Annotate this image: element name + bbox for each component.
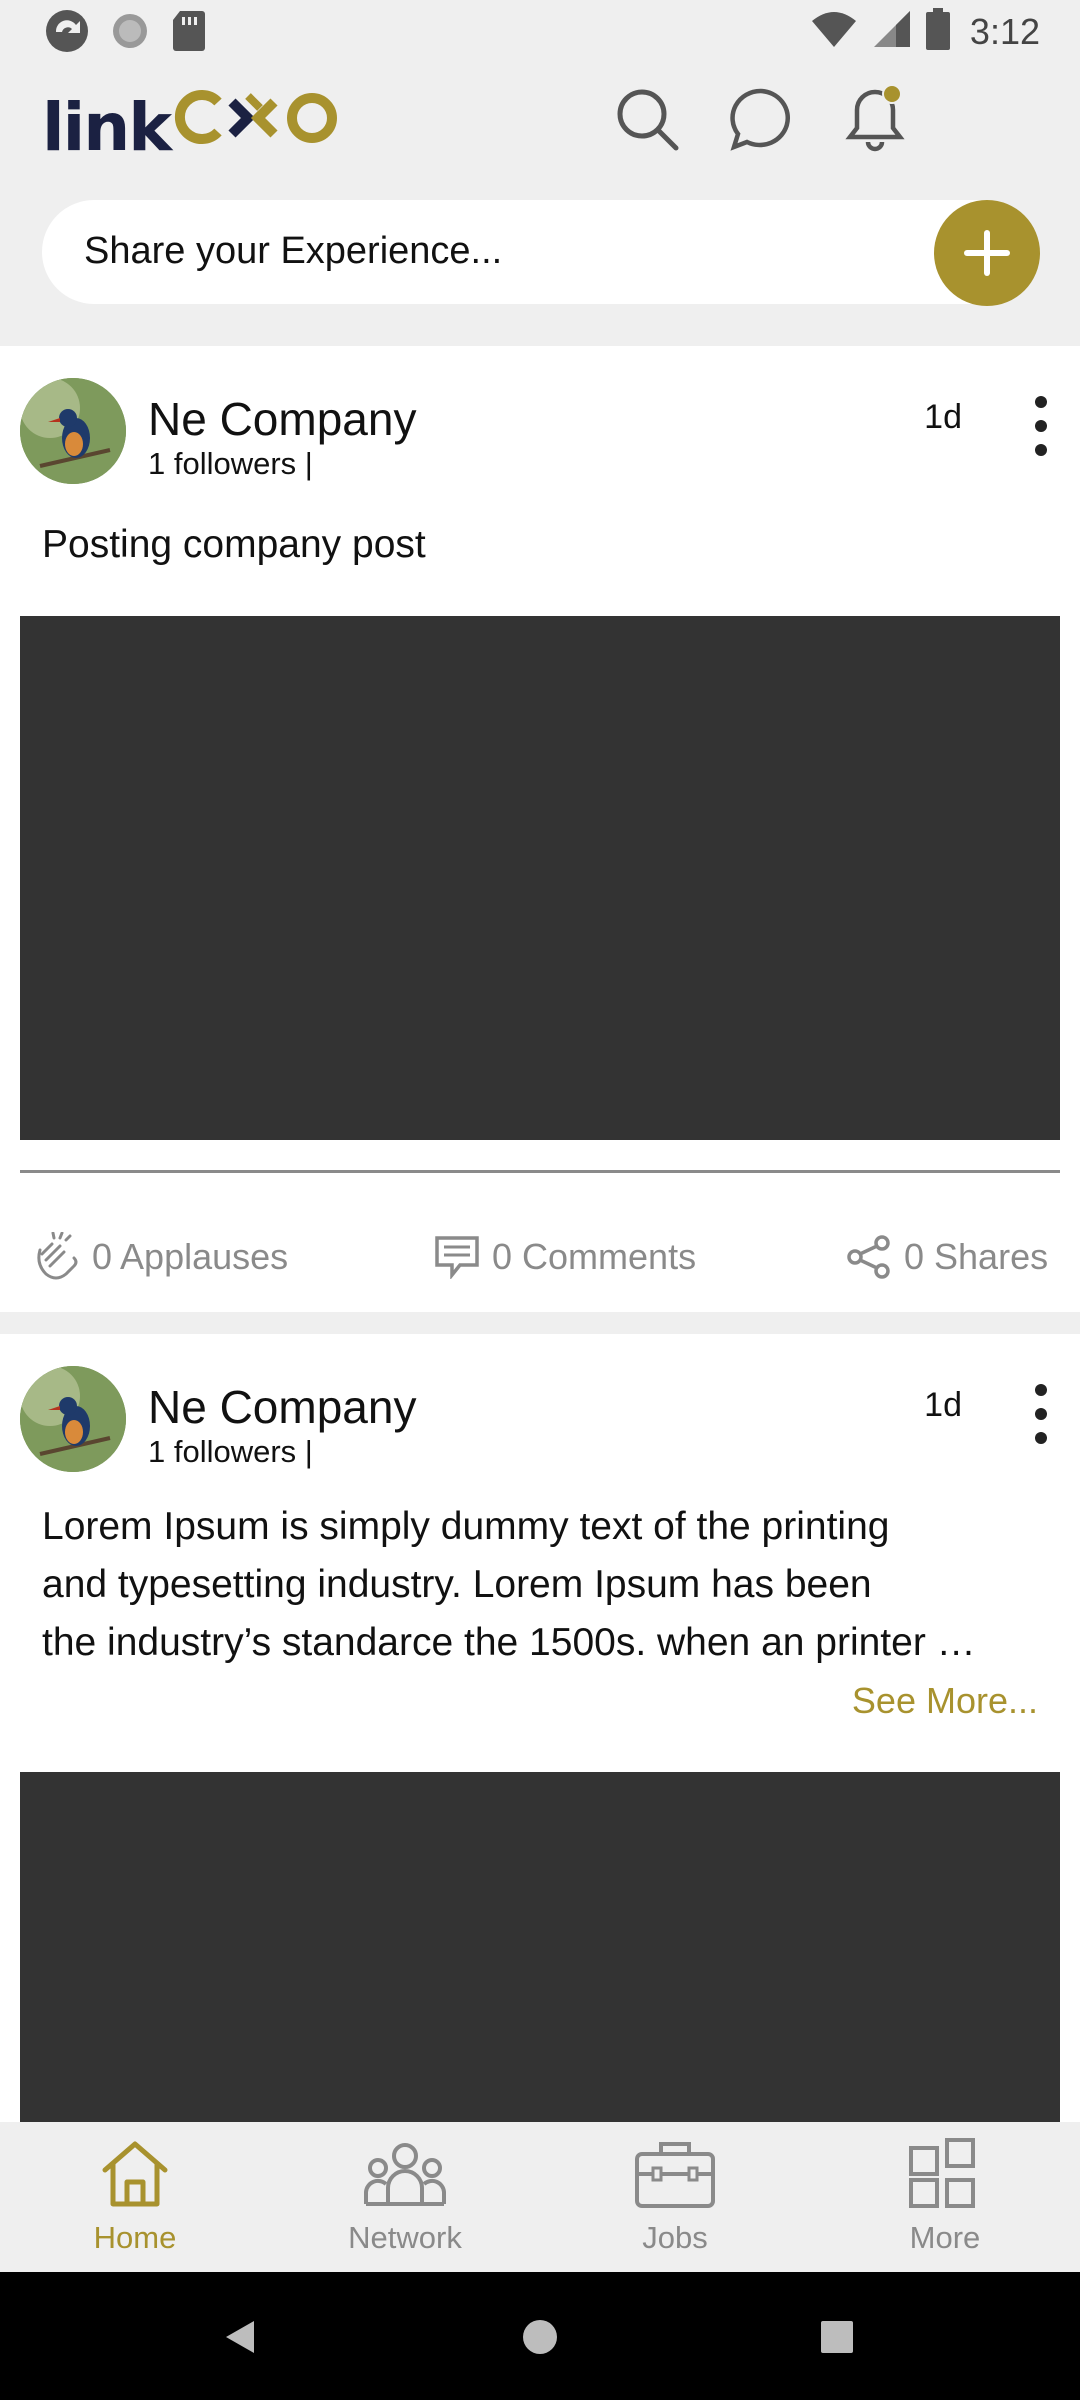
share-experience-input[interactable]: Share your Experience...	[42, 200, 1040, 306]
battery-icon	[925, 8, 950, 55]
post-time: 1d	[924, 1386, 962, 1424]
logo-cxo-mark	[175, 90, 338, 144]
followers-count: 1 followers |	[148, 1434, 313, 1469]
nav-network[interactable]: Network	[305, 2136, 505, 2256]
post-actions: 0 Applauses 0 Comments 0 Shares	[0, 1222, 1080, 1292]
company-name[interactable]: Ne Company	[148, 1380, 416, 1434]
post-text-line: and typesetting industry. Lorem Ipsum ha…	[42, 1563, 872, 1606]
search-icon[interactable]	[612, 84, 682, 154]
network-icon	[364, 2143, 446, 2206]
home-icon	[102, 2141, 168, 2207]
post-text-line: the industry’s standarce the 1500s. when…	[42, 1621, 976, 1664]
shares-button[interactable]: 0 Shares	[846, 1222, 1048, 1292]
wifi-icon	[810, 9, 858, 54]
status-time: 3:12	[969, 10, 1040, 52]
post-media[interactable]	[20, 616, 1060, 1140]
company-avatar[interactable]	[20, 378, 126, 484]
nav-label: Jobs	[642, 2220, 708, 2255]
nav-home[interactable]: Home	[35, 2136, 235, 2256]
applause-count: 0 Applauses	[92, 1236, 289, 1277]
bottom-navigation: Home Network Jobs More	[0, 2122, 1080, 2272]
recents-icon[interactable]	[802, 2302, 872, 2372]
notification-bell-icon[interactable]	[840, 84, 910, 154]
nav-more[interactable]: More	[845, 2136, 1045, 2256]
sd-card-icon	[170, 9, 206, 58]
applause-icon	[37, 1232, 78, 1280]
comments-button[interactable]: 0 Comments	[434, 1222, 696, 1292]
grid-icon	[909, 2138, 975, 2208]
feed-post: Ne Company 1 followers | 1d Posting comp…	[0, 346, 1080, 1312]
share-icon	[847, 1235, 890, 1279]
circle-icon	[110, 11, 150, 56]
post-time: 1d	[924, 398, 962, 436]
company-avatar[interactable]	[20, 1366, 126, 1472]
plus-icon	[964, 230, 1010, 276]
logo-link-text: link	[42, 89, 172, 166]
feed-post: Ne Company 1 followers | 1d Lorem Ipsum …	[0, 1334, 1080, 2234]
nav-label: Home	[93, 2220, 177, 2255]
comments-count: 0 Comments	[492, 1236, 697, 1277]
comment-icon	[435, 1236, 479, 1279]
add-post-button[interactable]	[934, 200, 1040, 306]
app-header: link	[0, 62, 1080, 182]
applause-button[interactable]: 0 Applauses	[32, 1222, 288, 1292]
more-options-icon[interactable]	[1026, 1384, 1056, 1444]
chat-icon[interactable]	[726, 84, 796, 154]
company-name[interactable]: Ne Company	[148, 392, 416, 446]
share-placeholder: Share your Experience...	[84, 230, 503, 272]
home-button-icon[interactable]	[505, 2302, 575, 2372]
divider	[20, 1170, 1060, 1173]
post-text-line: Lorem Ipsum is simply dummy text of the …	[42, 1505, 890, 1548]
linkcxo-logo[interactable]: link	[42, 84, 344, 166]
post-text: Lorem Ipsum is simply dummy text of the …	[42, 1498, 1042, 1672]
see-more-link[interactable]: See More...	[852, 1680, 1038, 1722]
app-sync-icon	[44, 8, 90, 59]
system-navigation-bar	[0, 2272, 1080, 2400]
followers-count: 1 followers |	[148, 446, 313, 481]
nav-label: More	[909, 2220, 981, 2255]
back-icon[interactable]	[205, 2302, 275, 2372]
post-text: Posting company post	[42, 523, 426, 566]
nav-jobs[interactable]: Jobs	[575, 2136, 775, 2256]
signal-icon	[872, 9, 912, 54]
shares-count: 0 Shares	[904, 1236, 1049, 1277]
status-bar: 3:12	[0, 0, 1080, 62]
more-options-icon[interactable]	[1026, 396, 1056, 456]
briefcase-icon	[635, 2142, 715, 2208]
nav-label: Network	[348, 2220, 462, 2255]
